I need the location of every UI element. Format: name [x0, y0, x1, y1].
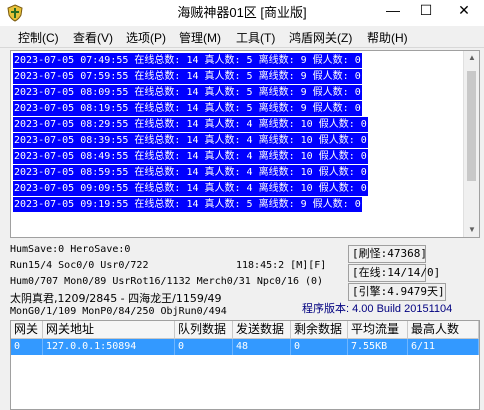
menu-view[interactable]: 查看(V) — [73, 29, 113, 46]
menu-gateway[interactable]: 鸿盾网关(Z) — [289, 29, 352, 46]
menu-bar: 控制(C) 查看(V) 选项(P) 管理(M) 工具(T) 鸿盾网关(Z) 帮助… — [0, 26, 484, 48]
maximize-button[interactable]: ☐ — [414, 0, 438, 22]
log-line[interactable]: 2023-07-05 08:29:55 在线总数: 14 真人数: 4 离线数:… — [13, 117, 368, 132]
col-header-peak[interactable]: 最高人数 — [408, 321, 479, 339]
table-cell: 48 — [233, 339, 291, 355]
log-scrollbar[interactable]: ▲ ▼ — [463, 51, 479, 237]
table-cell: 0 — [175, 339, 233, 355]
log-line[interactable]: 2023-07-05 09:09:55 在线总数: 14 真人数: 4 离线数:… — [13, 181, 368, 196]
scroll-thumb[interactable] — [467, 71, 476, 181]
table-cell: 7.55KB — [348, 339, 408, 355]
close-button[interactable]: ✕ — [448, 0, 480, 22]
col-header-queue[interactable]: 队列数据 — [175, 321, 233, 339]
mongo-status: MonG0/1/109 MonP0/84/250 ObjRun0/494 — [10, 306, 227, 317]
menu-tools[interactable]: 工具(T) — [236, 29, 275, 46]
menu-manage[interactable]: 管理(M) — [179, 29, 221, 46]
log-line[interactable]: 2023-07-05 07:59:55 在线总数: 14 真人数: 5 离线数:… — [13, 69, 362, 84]
log-line[interactable]: 2023-07-05 08:09:55 在线总数: 14 真人数: 5 离线数:… — [13, 85, 362, 100]
engine-box: [引擎:4.9479天] — [348, 283, 446, 301]
table-cell: 0 — [291, 339, 348, 355]
table-cell: 0 — [11, 339, 43, 355]
run-status: Run15/4 Soc0/0 Usr0/722 — [10, 260, 149, 271]
minimize-button[interactable]: — — [381, 0, 405, 22]
mon-status: Hum0/707 Mon0/89 UsrRot16/1132 Merch0/31… — [10, 276, 324, 287]
col-header-address[interactable]: 网关地址 — [43, 321, 175, 339]
log-line[interactable]: 2023-07-05 08:19:55 在线总数: 14 真人数: 5 离线数:… — [13, 101, 362, 116]
col-header-gateway[interactable]: 网关 — [11, 321, 43, 339]
log-line[interactable]: 2023-07-05 08:39:55 在线总数: 14 真人数: 4 离线数:… — [13, 133, 368, 148]
scroll-up-icon[interactable]: ▲ — [467, 53, 477, 62]
col-header-sent[interactable]: 发送数据 — [233, 321, 291, 339]
online-box: [在线:14/14/0] — [348, 264, 440, 282]
brush-box: [刷怪:47368] — [348, 245, 427, 263]
clock-status: 118:45:2 [M][F] — [236, 260, 327, 271]
log-list[interactable]: 2023-07-05 07:49:55 在线总数: 14 真人数: 5 离线数:… — [10, 50, 480, 238]
col-header-remain[interactable]: 剩余数据 — [291, 321, 348, 339]
window-title: 海贼神器01区 [商业版] — [177, 5, 307, 20]
log-line[interactable]: 2023-07-05 08:59:55 在线总数: 14 真人数: 4 离线数:… — [13, 165, 368, 180]
save-status: HumSave:0 HeroSave:0 — [10, 244, 131, 255]
scroll-down-icon[interactable]: ▼ — [467, 225, 477, 234]
version-label: 程序版本: 4.00 Build 20151104 — [302, 303, 453, 315]
menu-help[interactable]: 帮助(H) — [367, 29, 408, 46]
log-line[interactable]: 2023-07-05 08:49:55 在线总数: 14 真人数: 4 离线数:… — [13, 149, 368, 164]
title-bar[interactable]: 海贼神器01区 [商业版] — ☐ ✕ — [0, 0, 484, 26]
log-line[interactable]: 2023-07-05 07:49:55 在线总数: 14 真人数: 5 离线数:… — [13, 53, 362, 68]
menu-options[interactable]: 选项(P) — [126, 29, 166, 46]
table-cell: 127.0.0.1:50894 — [43, 339, 175, 355]
boss-status: 太阴真君,1209/2845 - 四海龙王/1159/49 — [10, 292, 222, 305]
log-line[interactable]: 2023-07-05 09:19:55 在线总数: 14 真人数: 5 离线数:… — [13, 197, 362, 212]
gateway-table[interactable]: 网关 网关地址 队列数据 发送数据 剩余数据 平均流量 最高人数 0 127.0… — [10, 320, 480, 410]
table-cell: 6/11 — [408, 339, 479, 355]
menu-control[interactable]: 控制(C) — [18, 29, 59, 46]
col-header-traffic[interactable]: 平均流量 — [348, 321, 408, 339]
